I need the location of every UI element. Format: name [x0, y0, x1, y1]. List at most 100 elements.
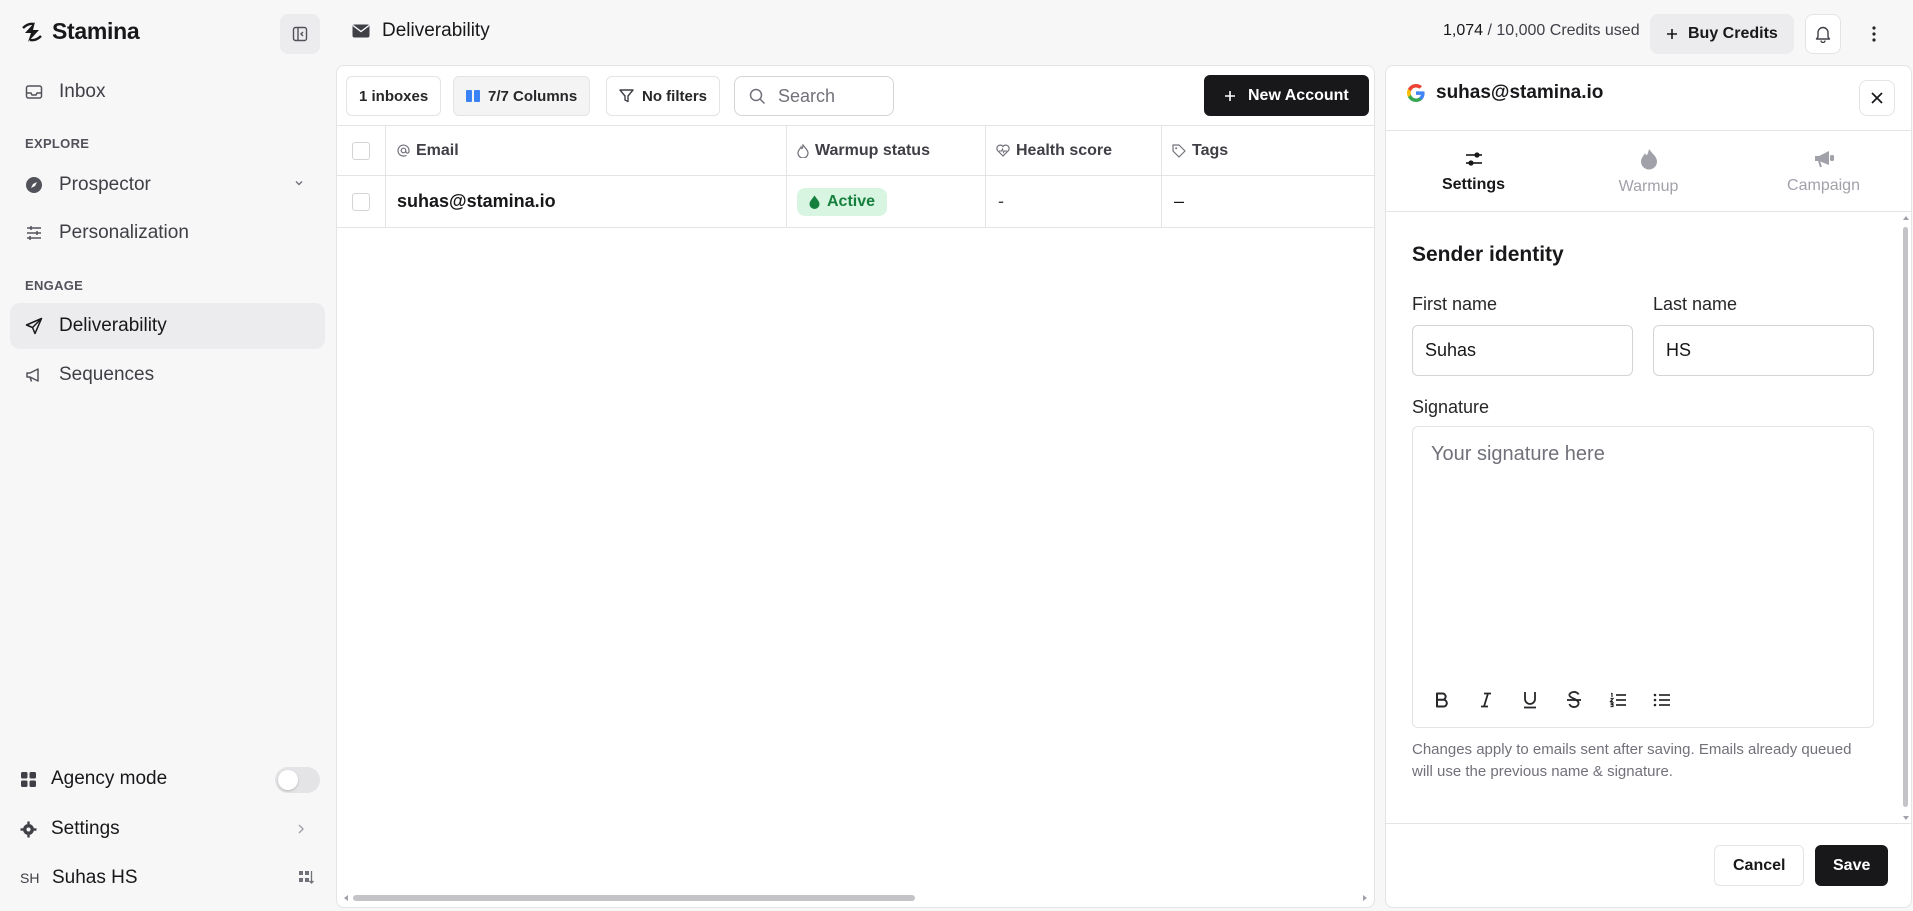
filters-label: No filters	[642, 87, 708, 105]
brand[interactable]: Stamina	[20, 18, 140, 45]
panel-vertical-scrollbar[interactable]	[1901, 213, 1911, 823]
bold-button[interactable]	[1429, 687, 1455, 713]
search-input[interactable]	[778, 85, 878, 107]
column-header-health-score[interactable]: Health score	[986, 126, 1162, 175]
italic-button[interactable]	[1473, 687, 1499, 713]
column-header-tags-content: Tags	[1172, 142, 1228, 160]
switch-account-icon[interactable]	[298, 869, 314, 885]
plus-icon	[1224, 90, 1236, 102]
sidebar: Stamina Inbox EXPLORE Prospector Persona…	[0, 0, 334, 911]
last-name-label: Last name	[1653, 294, 1738, 314]
new-account-label: New Account	[1248, 86, 1349, 104]
signature-editor	[1412, 426, 1874, 728]
google-icon	[1406, 83, 1426, 103]
cancel-button[interactable]: Cancel	[1714, 845, 1805, 886]
flame-icon	[797, 143, 809, 158]
signature-input[interactable]	[1431, 443, 1851, 663]
sidebar-toggle-icon	[292, 26, 308, 42]
underline-button[interactable]	[1517, 687, 1543, 713]
sidebar-item-label: Inbox	[59, 81, 106, 102]
notifications-button[interactable]	[1805, 14, 1841, 54]
columns-button[interactable]: 7/7 Columns	[453, 76, 591, 116]
sidebar-item-label: Prospector	[59, 174, 151, 195]
column-header-warmup-content: Warmup status	[797, 142, 930, 160]
megaphone-icon	[1813, 149, 1835, 169]
inboxes-count-button[interactable]: 1 inboxes	[346, 76, 442, 116]
row-checkbox[interactable]	[352, 192, 370, 211]
sidebar-item-label: Deliverability	[59, 315, 167, 336]
tab-label: Settings	[1441, 176, 1506, 193]
health-score-cell: -	[986, 176, 1162, 227]
sidebar-item-settings[interactable]: Settings	[20, 809, 320, 849]
column-header-email[interactable]: Email	[386, 126, 787, 175]
table-row[interactable]: suhas@stamina.io Active - –	[337, 176, 1374, 228]
filters-button[interactable]: No filters	[606, 76, 721, 116]
drop-icon	[809, 195, 820, 209]
chevron-down-icon	[293, 177, 305, 189]
last-name-input[interactable]	[1666, 340, 1873, 361]
sidebar-item-label: Personalization	[59, 222, 189, 243]
tags-cell: –	[1162, 176, 1374, 227]
select-all-checkbox[interactable]	[352, 141, 370, 160]
new-account-button[interactable]: New Account	[1204, 75, 1369, 116]
agency-mode-row: Agency mode	[20, 759, 320, 799]
gear-icon	[20, 821, 37, 838]
first-name-label: First name	[1412, 294, 1498, 314]
columns-label: 7/7 Columns	[488, 87, 578, 105]
stamina-logo-icon	[20, 20, 44, 44]
tags-value: –	[1174, 191, 1185, 211]
column-header-label: Health score	[1016, 141, 1113, 159]
column-header-tags[interactable]: Tags	[1162, 126, 1374, 175]
credits-total: / 10,000 Credits used	[1487, 22, 1640, 39]
email-cell: suhas@stamina.io	[386, 176, 787, 227]
flame-icon	[1640, 148, 1658, 170]
scrollbar-thumb[interactable]	[1903, 227, 1908, 807]
ordered-list-button[interactable]	[1605, 687, 1631, 713]
health-score-value: -	[998, 191, 1004, 211]
sidebar-item-sequences[interactable]: Sequences	[10, 352, 325, 398]
buy-credits-button[interactable]: Buy Credits	[1650, 14, 1794, 54]
agency-mode-label: Agency mode	[51, 768, 168, 789]
save-button[interactable]: Save	[1815, 845, 1889, 886]
column-header-warmup-status[interactable]: Warmup status	[787, 126, 986, 175]
tab-label: Campaign	[1787, 177, 1860, 194]
horizontal-scrollbar[interactable]	[343, 893, 1368, 903]
agency-mode-toggle[interactable]	[275, 767, 320, 793]
bell-icon	[1815, 25, 1831, 43]
tag-icon	[1172, 143, 1186, 158]
sidebar-item-prospector[interactable]: Prospector	[10, 162, 325, 208]
accounts-panel: 1 inboxes 7/7 Columns No filters New Acc…	[336, 65, 1375, 908]
column-header-health-content: Health score	[996, 142, 1112, 160]
scrollbar-thumb[interactable]	[353, 895, 915, 901]
heart-pulse-icon	[996, 144, 1010, 157]
tab-campaign[interactable]: Campaign	[1736, 131, 1911, 213]
more-options-button[interactable]	[1862, 20, 1886, 48]
brand-name: Stamina	[52, 18, 140, 44]
inbox-icon	[25, 83, 43, 101]
collapse-sidebar-button[interactable]	[280, 14, 320, 54]
at-sign-icon	[397, 144, 410, 157]
sidebar-item-deliverability[interactable]: Deliverability	[10, 303, 325, 349]
user-profile[interactable]: SH Suhas HS	[20, 858, 320, 898]
column-header-label: Email	[416, 141, 459, 159]
sidebar-item-inbox[interactable]: Inbox	[10, 69, 325, 115]
first-name-field	[1412, 325, 1633, 376]
panel-body: Sender identity First name Last name Sig…	[1386, 213, 1911, 823]
tab-label: Warmup	[1618, 178, 1679, 195]
close-panel-button[interactable]	[1859, 80, 1895, 116]
signature-help-text: Changes apply to emails sent after savin…	[1412, 741, 1852, 780]
last-name-field	[1653, 325, 1874, 376]
user-name: Suhas HS	[52, 867, 138, 888]
sidebar-item-personalization[interactable]: Personalization	[10, 210, 325, 256]
column-header-label: Tags	[1192, 141, 1229, 159]
search-box	[734, 76, 894, 116]
sidebar-item-label: Sequences	[59, 364, 155, 385]
bullet-list-button[interactable]	[1649, 687, 1675, 713]
panel-account-email: suhas@stamina.io	[1436, 82, 1604, 103]
tab-settings[interactable]: Settings	[1386, 131, 1561, 213]
email-value: suhas@stamina.io	[397, 191, 556, 211]
signature-label: Signature	[1412, 397, 1490, 417]
strikethrough-button[interactable]	[1561, 687, 1587, 713]
tab-warmup[interactable]: Warmup	[1561, 131, 1736, 213]
first-name-input[interactable]	[1425, 340, 1632, 361]
